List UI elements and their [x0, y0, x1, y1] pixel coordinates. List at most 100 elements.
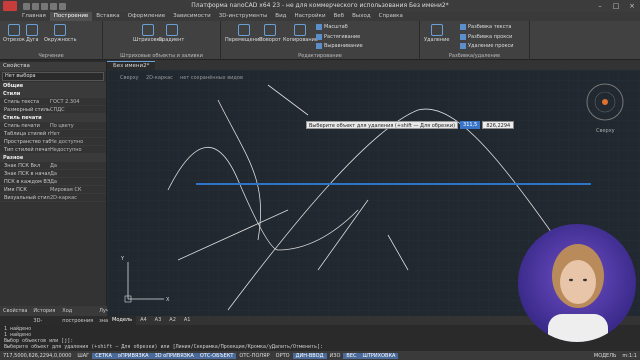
explode-text-icon [460, 24, 466, 30]
rotate-icon [263, 24, 276, 36]
status-toggle-3d-osnap[interactable]: 3D оПРИВЯЗКА [151, 352, 197, 359]
ribbon-group-label: Штриховые объекты и заливки [120, 53, 203, 59]
redo-icon[interactable] [59, 2, 66, 10]
maximize-button[interactable]: □ [608, 0, 624, 12]
status-toggle-ortho[interactable]: ОРТО [273, 353, 293, 359]
status-model-label[interactable]: МОДЕЛЬ [591, 353, 620, 359]
tab-help[interactable]: Справка [375, 12, 407, 21]
section-misc[interactable]: Разное [0, 154, 106, 162]
gradient-button[interactable]: Градиент [159, 24, 184, 43]
status-toggle-osnap[interactable]: оПРИВЯЗКА [114, 352, 152, 359]
property-row[interactable]: Визуальный стиль 2D-каркас [0, 194, 106, 202]
layout-tab-a4[interactable]: A4 [136, 316, 151, 325]
dynamic-input-tooltip: Выберите объект для удаления (+shift — Д… [306, 121, 515, 129]
tab-insert[interactable]: Вставка [92, 12, 123, 21]
save-icon[interactable] [41, 2, 48, 10]
tooltip-prompt: Выберите объект для удаления (+shift — Д… [306, 121, 459, 129]
undo-icon[interactable] [50, 2, 57, 10]
tab-view[interactable]: Вид [271, 12, 290, 21]
scale-button[interactable]: Масштаб [316, 24, 348, 30]
view-label-top[interactable]: Сверху [120, 75, 139, 81]
footer-tab-3d-history[interactable]: История 3D-моделей [30, 306, 59, 334]
minimize-button[interactable]: – [592, 0, 608, 12]
arc-button[interactable]: Дуга [26, 24, 39, 43]
explode-proxy-button[interactable]: Разбивка прокси [460, 34, 512, 40]
app-logo-icon[interactable] [3, 1, 17, 11]
section-general[interactable]: Общие [0, 82, 106, 90]
property-row[interactable]: Таблица стилей печатиНет [0, 130, 106, 138]
tab-settings[interactable]: Настройки [290, 12, 329, 21]
scale-icon [316, 24, 322, 30]
rotate-button[interactable]: Поворот [259, 24, 281, 43]
tab-web[interactable]: Веб [330, 12, 349, 21]
view-label-style[interactable]: 2D-каркас [146, 75, 173, 81]
tooltip-y-field[interactable]: 826,2294 [482, 121, 515, 129]
circle-icon [54, 24, 67, 36]
gradient-icon [165, 24, 178, 36]
window-title: Платформа nanoCAD x64 23 - не для коммер… [191, 2, 449, 9]
tab-output[interactable]: Выход [348, 12, 375, 21]
status-scale[interactable]: m:1:1 [619, 353, 640, 359]
tab-3d-tools[interactable]: 3D-инструменты [215, 12, 272, 21]
delete-proxy-icon [460, 43, 466, 49]
copy-icon [294, 24, 307, 36]
delete-proxy-button[interactable]: Удаление прокси [460, 43, 514, 49]
ribbon-tabs: Главная Построение Вставка Оформление За… [0, 12, 640, 21]
layout-tab-a3[interactable]: A3 [151, 316, 166, 325]
move-icon [237, 24, 250, 36]
section-styles[interactable]: Стили [0, 90, 106, 98]
tab-construction[interactable]: Построение [49, 12, 93, 21]
compass-center-icon [602, 99, 608, 105]
stretch-button[interactable]: Растягивание [316, 34, 360, 40]
tab-home[interactable]: Главная [18, 12, 50, 21]
property-row[interactable]: ПСК в каждом ВЭкранеДа [0, 178, 106, 186]
property-row[interactable]: Имя ПСК Мировая СК [0, 186, 106, 194]
property-row[interactable]: Тип стилей печати Недоступно [0, 146, 106, 154]
window-controls: – □ × [592, 0, 640, 12]
status-bar: 717,5000,626,2294,0,0000 ШАГ СЕТКА оПРИВ… [0, 351, 640, 360]
delete-button[interactable]: Удаление [424, 24, 449, 43]
layout-tab-a1[interactable]: A1 [180, 316, 195, 325]
status-toggle-polar[interactable]: ОТС-ПОЛЯР [236, 353, 272, 359]
status-toggle-otrack[interactable]: ОТС-ОБЪЕКТ [196, 352, 237, 359]
property-row[interactable]: Пространство таблицНе доступно [0, 138, 106, 146]
circle-button[interactable]: Окружность [44, 24, 77, 43]
document-tabs: Без имени2* [107, 60, 640, 70]
status-toggle-grid[interactable]: СЕТКА [92, 352, 115, 359]
property-row[interactable]: Знак ПСК Вкл Да [0, 162, 106, 170]
footer-tab-build-history[interactable]: Ход построения [59, 306, 96, 324]
status-toggle-dyn[interactable]: ДИН-ВВОД [292, 352, 327, 359]
copy-button[interactable]: Копирование [283, 24, 318, 43]
align-button[interactable]: Выравнивание [316, 43, 363, 49]
webcam-overlay [518, 224, 636, 342]
layout-tab-model[interactable]: Модель [108, 316, 137, 325]
status-toggle-iso[interactable]: ИЗО [327, 353, 344, 359]
coordinates-readout: 717,5000,626,2294,0,0000 [3, 352, 72, 359]
section-plot-style[interactable]: Стиль печати [0, 114, 106, 122]
explode-text-button[interactable]: Разбивка текста [460, 24, 511, 30]
status-toggle-lweight[interactable]: ВЕС [343, 352, 360, 359]
line-button[interactable]: Отрезок [3, 24, 25, 43]
status-toggle-hatch[interactable]: ШТРИХОВКА [359, 352, 399, 359]
layout-tab-a2[interactable]: A2 [165, 316, 180, 325]
doc-tab-unnamed2[interactable]: Без имени2* [107, 61, 156, 70]
open-file-icon[interactable] [32, 2, 39, 10]
property-row[interactable]: Знак ПСК в начале к.Да [0, 170, 106, 178]
properties-panel: Свойства Нет выбора Общие Стили Стиль те… [0, 62, 120, 334]
footer-tab-properties[interactable]: Свойства [0, 306, 30, 316]
tooltip-x-field[interactable]: 311,5 [460, 121, 481, 129]
tab-annotate[interactable]: Оформление [124, 12, 170, 21]
move-button[interactable]: Перемещение [225, 24, 262, 43]
property-row[interactable]: Размерный стиль СПДС [0, 106, 106, 114]
property-row[interactable]: Стиль текста ГОСТ 2.304 [0, 98, 106, 106]
property-row[interactable]: Стиль печати По цвету [0, 122, 106, 130]
ucs-x-label: X [166, 297, 170, 303]
selection-dropdown[interactable]: Нет выбора [2, 72, 104, 81]
new-file-icon[interactable] [23, 2, 30, 10]
close-button[interactable]: × [624, 0, 640, 12]
status-toggle-snap[interactable]: ШАГ [74, 353, 92, 359]
tab-constraints[interactable]: Зависимости [169, 12, 215, 21]
view-label-saved[interactable]: нет сохранённых видов [180, 75, 243, 81]
title-bar: Платформа nanoCAD x64 23 - не для коммер… [0, 0, 640, 12]
hatch-icon [141, 24, 154, 36]
